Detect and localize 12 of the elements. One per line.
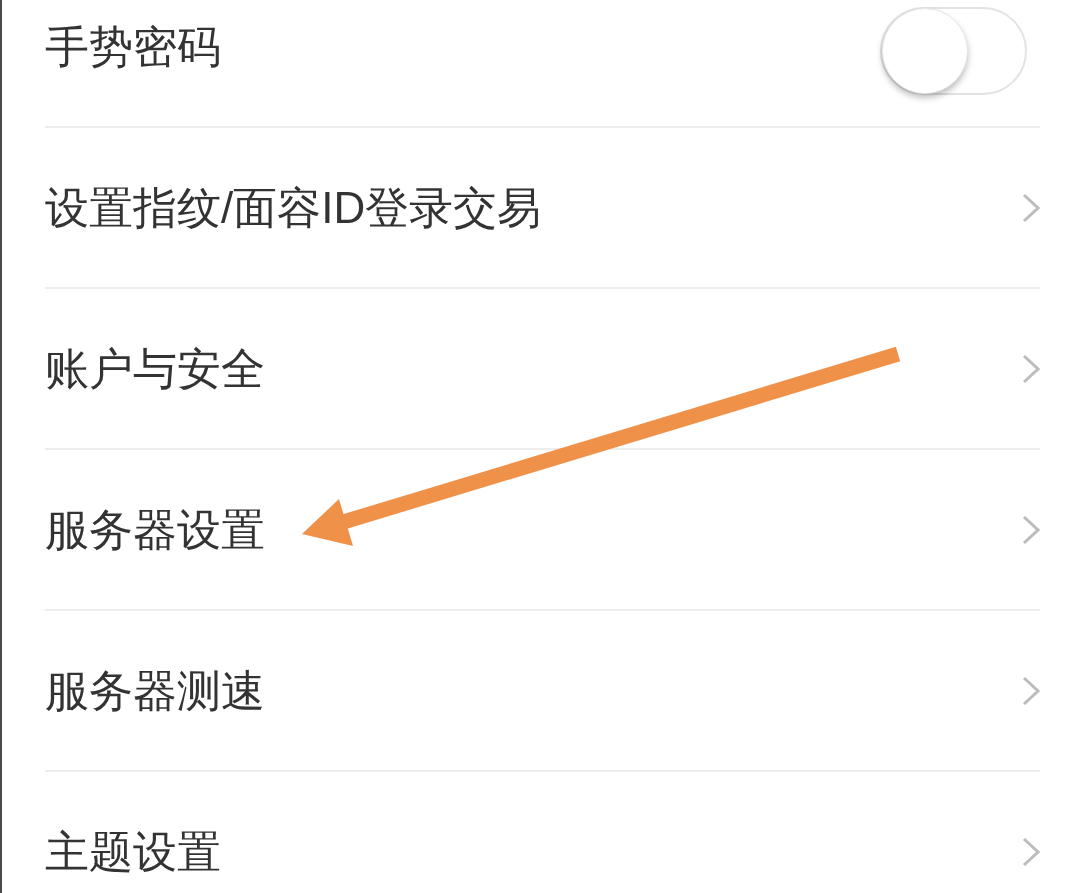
setting-label: 主题设置 bbox=[45, 829, 221, 874]
setting-label: 手势密码 bbox=[45, 24, 221, 69]
chevron-right-icon bbox=[1022, 353, 1040, 384]
chevron-right-icon bbox=[1022, 836, 1040, 867]
chevron-right-icon bbox=[1022, 675, 1040, 706]
setting-label: 服务器设置 bbox=[45, 507, 265, 552]
setting-label: 服务器测速 bbox=[45, 668, 265, 713]
setting-label: 账户与安全 bbox=[45, 346, 265, 391]
chevron-right-icon bbox=[1022, 514, 1040, 545]
toggle-switch[interactable] bbox=[880, 6, 1027, 95]
setting-label: 设置指纹/面容ID登录交易 bbox=[45, 185, 542, 230]
chevron-right-icon bbox=[1022, 192, 1040, 223]
